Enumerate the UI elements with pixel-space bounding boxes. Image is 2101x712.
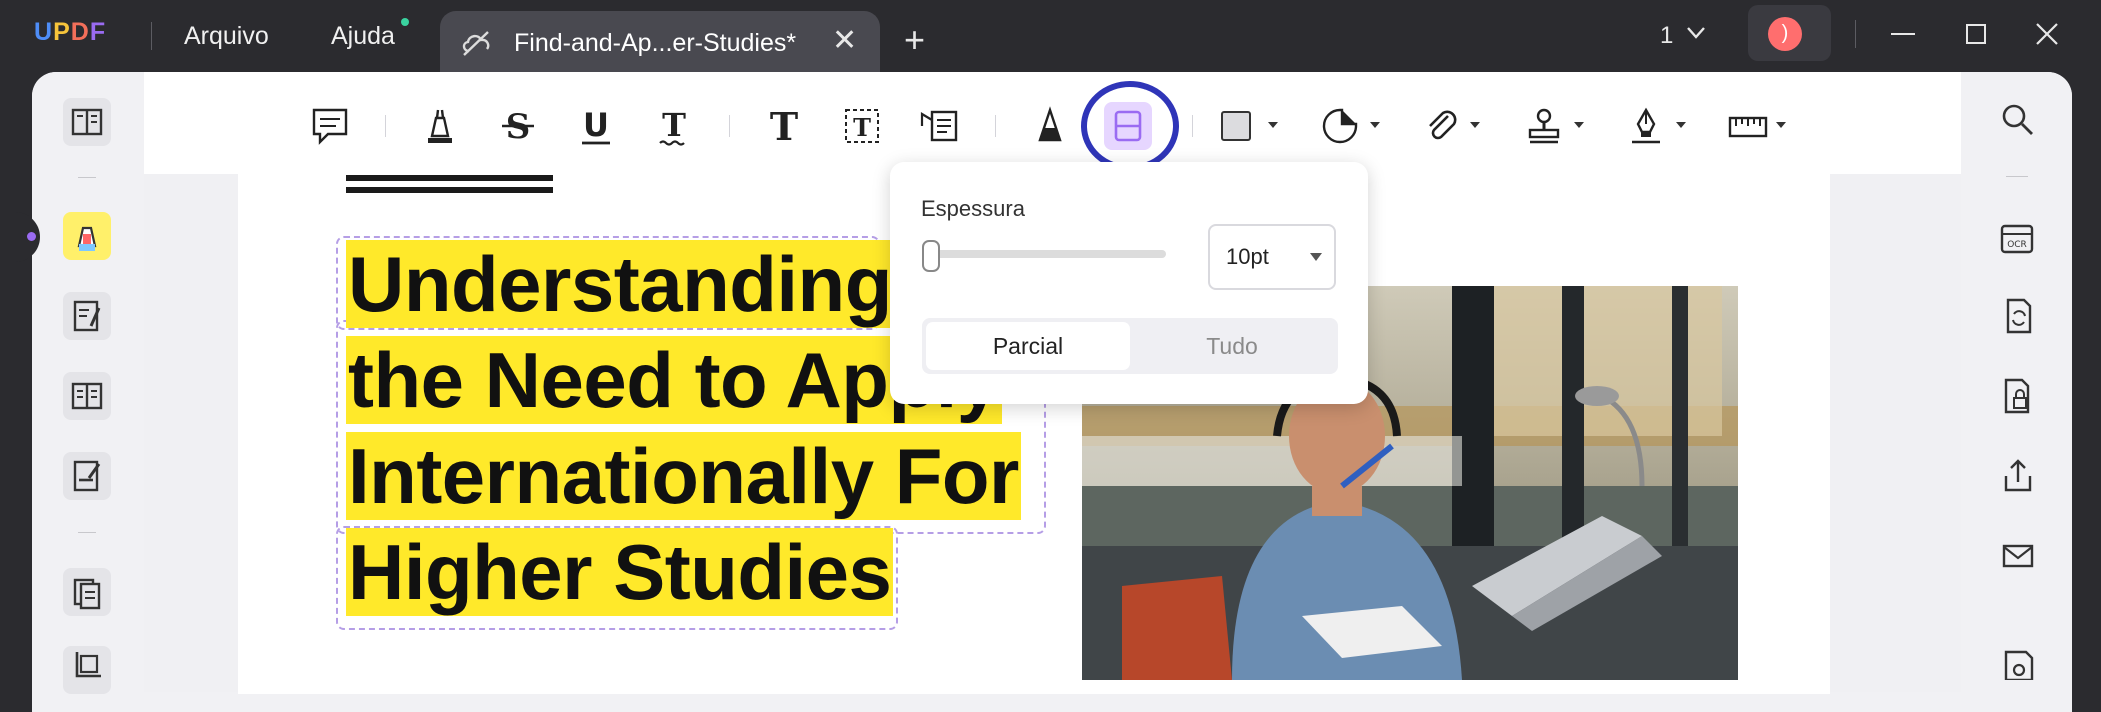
heading-text-1: Understanding (346, 240, 894, 328)
attachment-dropdown-caret[interactable] (1470, 122, 1480, 128)
sign-mode-button[interactable] (63, 452, 111, 500)
text-icon[interactable]: T (760, 102, 808, 150)
account-button[interactable]: ) (1748, 5, 1831, 61)
mode-option-all-label: Tudo (1206, 333, 1258, 359)
tab-title: Find-and-Ap...er-Studies* (514, 29, 797, 57)
search-icon[interactable] (1998, 100, 2038, 140)
reader-mode-button[interactable] (63, 98, 111, 146)
protect-icon[interactable] (1998, 376, 2038, 416)
eraser-options-popup: Espessura 10pt Parcial Tudo (890, 162, 1368, 404)
chevron-down-icon[interactable] (1686, 26, 1706, 40)
new-tab-plus-icon[interactable]: + (904, 22, 925, 58)
comment-icon[interactable] (306, 102, 354, 150)
heading-line-3[interactable]: Internationally For (346, 432, 1021, 520)
toolbar-divider-3 (995, 115, 996, 137)
updf-logo: UPDF (34, 18, 106, 47)
reader-icon (71, 108, 103, 136)
strikethrough-icon[interactable]: S (494, 102, 542, 150)
sticker-dropdown-caret[interactable] (1370, 122, 1380, 128)
decorative-rule (346, 175, 553, 181)
ocr-icon[interactable]: OCR (1996, 218, 2038, 258)
sticker-icon[interactable] (1316, 102, 1364, 150)
pencil-icon[interactable] (1026, 102, 1074, 150)
organize-pages-icon (73, 578, 101, 610)
chevron-down-icon (1310, 253, 1322, 261)
stamp-icon[interactable] (1520, 102, 1568, 150)
heading-text-3: Internationally For (346, 432, 1021, 520)
logo-letter-u: U (34, 18, 54, 46)
signature-icon[interactable] (1622, 102, 1670, 150)
save-icon[interactable] (1998, 648, 2038, 680)
svg-text:T: T (853, 113, 871, 142)
mode-option-partial[interactable]: Parcial (926, 322, 1130, 370)
window-controls-divider (1855, 20, 1856, 48)
document-tab[interactable]: Find-and-Ap...er-Studies* ✕ (440, 11, 880, 73)
annotation-highlight-circle (1081, 81, 1179, 171)
page-indicator[interactable]: 1 (1660, 22, 1673, 50)
menu-help[interactable]: Ajuda (331, 22, 395, 51)
close-window-icon[interactable] (2034, 21, 2060, 47)
share-icon[interactable] (1998, 456, 2038, 496)
underline-icon[interactable]: U (572, 102, 620, 150)
comment-mode-button[interactable] (63, 212, 111, 260)
form-mode-button[interactable] (63, 372, 111, 420)
eraser-mode-segmented: Parcial Tudo (922, 318, 1338, 374)
highlight-icon[interactable] (416, 102, 464, 150)
crop-button[interactable] (63, 646, 111, 694)
thickness-label: Espessura (921, 196, 1025, 221)
maximize-icon[interactable] (1964, 22, 1988, 46)
mode-option-all[interactable]: Tudo (1130, 322, 1334, 370)
organize-pages-button[interactable] (63, 568, 111, 616)
thickness-slider-track[interactable] (922, 250, 1166, 258)
toolbar-divider-2 (729, 115, 730, 137)
attachment-icon[interactable] (1418, 102, 1466, 150)
rectangle-shape-icon[interactable] (1214, 102, 1262, 150)
decorative-rule-2 (346, 187, 553, 193)
svg-text:U: U (583, 106, 609, 144)
email-icon[interactable] (1998, 536, 2038, 576)
heading-text-4: Higher Studies (346, 528, 894, 616)
convert-icon[interactable] (1998, 296, 2038, 336)
right-sidebar-divider (2006, 176, 2028, 177)
thickness-slider-knob[interactable] (922, 240, 940, 272)
svg-text:T: T (770, 104, 798, 149)
avatar: ) (1768, 17, 1802, 51)
crop-icon (75, 652, 101, 678)
help-notification-dot (401, 18, 409, 26)
logo-letter-p: P (53, 18, 71, 46)
toolbar-divider-4 (1192, 115, 1193, 137)
shape-dropdown-caret[interactable] (1268, 122, 1278, 128)
mode-option-partial-label: Parcial (992, 333, 1064, 359)
heading-line-1[interactable]: Understanding (346, 240, 894, 328)
sidebar-divider (78, 177, 96, 178)
measure-icon[interactable] (1724, 102, 1772, 150)
sidebar-divider-2 (78, 532, 96, 533)
thickness-value: 10pt (1226, 244, 1269, 269)
logo-letter-f: F (89, 18, 107, 46)
edit-pdf-button[interactable] (63, 292, 111, 340)
text-callout-icon[interactable] (916, 102, 964, 150)
tab-close-icon[interactable]: ✕ (832, 26, 857, 56)
mode-dot (27, 232, 36, 241)
sign-icon (73, 460, 101, 492)
menu-file[interactable]: Arquivo (184, 22, 269, 51)
minimize-icon[interactable] (1888, 22, 1918, 46)
heading-line-4[interactable]: Higher Studies (346, 528, 894, 616)
textbox-icon[interactable]: T (838, 102, 886, 150)
thickness-select[interactable]: 10pt (1208, 224, 1336, 290)
form-icon (71, 382, 103, 410)
edit-pdf-icon (73, 300, 101, 332)
cloud-sync-off-icon (462, 31, 490, 56)
measure-dropdown-caret[interactable] (1776, 122, 1786, 128)
stamp-dropdown-caret[interactable] (1574, 122, 1584, 128)
svg-text:OCR: OCR (2007, 240, 2027, 250)
svg-text:T: T (662, 106, 686, 144)
signature-dropdown-caret[interactable] (1676, 122, 1686, 128)
comment-mode-icon (77, 226, 97, 251)
toolbar-divider (385, 115, 386, 137)
title-divider (151, 22, 152, 50)
logo-letter-d: D (70, 18, 90, 46)
squiggly-icon[interactable]: T (650, 102, 698, 150)
